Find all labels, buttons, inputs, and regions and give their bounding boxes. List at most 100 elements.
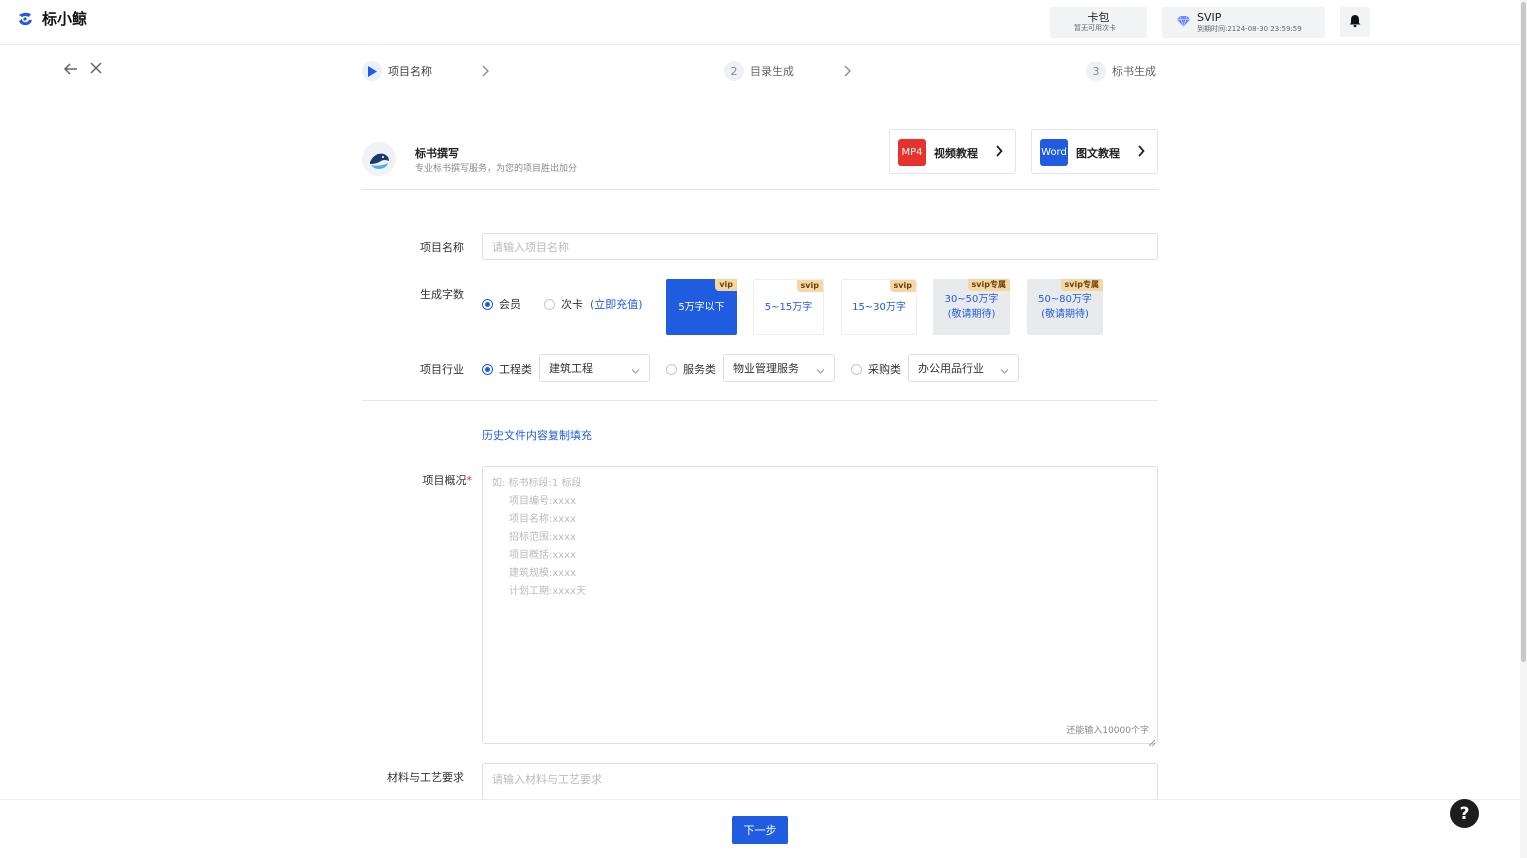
word-count-label: 生成字数 [420, 288, 464, 301]
placeholder-line: 项目编号:xxxx [509, 496, 577, 507]
diamond-icon [1177, 15, 1190, 30]
page-scrollbar[interactable] [1520, 0, 1527, 858]
materials-input[interactable]: 请输入材料与工艺要求 [482, 763, 1158, 803]
video-tutorial-label: 视频教程 [934, 147, 978, 160]
play-icon [362, 61, 382, 81]
svip-button[interactable]: SVIP 到期时间:2124-08-30 23:59:59 [1162, 7, 1325, 38]
placeholder-line: 如: 标书标段:1 标段 [492, 478, 582, 489]
svip-tag: svip [889, 280, 916, 292]
radio-checked-icon [482, 298, 493, 310]
svip-title: SVIP [1197, 11, 1222, 24]
project-name-label: 项目名称 [420, 241, 464, 254]
materials-label: 材料与工艺要求 [387, 771, 464, 784]
history-fill-link[interactable]: 历史文件内容复制填充 [482, 427, 592, 443]
coming-soon-text: (敬请期待) [1041, 309, 1089, 320]
overview-label-text: 项目概况 [422, 474, 467, 487]
radio-unchecked-icon [666, 363, 677, 375]
word-option-30-50w[interactable]: svip专属 30~50万字 (敬请期待) [933, 279, 1010, 335]
svip-exclusive-tag: svip专属 [1060, 279, 1103, 291]
word-badge: Word [1040, 139, 1068, 166]
card-radio-label: 次卡 [561, 298, 583, 311]
chevron-down-icon [631, 365, 640, 374]
placeholder-line: 计划工期:xxxx天 [509, 586, 587, 597]
overview-textarea[interactable]: 如: 标书标段:1 标段 项目编号:xxxx 项目名称:xxxx 招标范围:xx… [482, 466, 1158, 747]
intro-header: 标书撰写 专业标书撰写服务，为您的项目胜出加分 MP4 视频教程 Word 图文… [362, 128, 1158, 190]
procurement-select-value: 办公用品行业 [918, 362, 984, 375]
word-option-15-30w[interactable]: svip 15~30万字 [841, 279, 917, 335]
step-1-label: 项目名称 [388, 65, 432, 78]
procurement-select[interactable]: 办公用品行业 [908, 354, 1019, 382]
doc-tutorial-button[interactable]: Word 图文教程 [1031, 129, 1158, 174]
char-counter: 还能输入10000个字 [1066, 726, 1149, 736]
word-option-text: 5~15万字 [764, 301, 813, 313]
svip-expiry: 到期时间:2124-08-30 23:59:59 [1197, 25, 1302, 33]
procurement-radio-label: 采购类 [868, 363, 901, 376]
help-icon[interactable]: ? [1450, 799, 1479, 828]
engineering-select[interactable]: 建筑工程 [539, 354, 650, 382]
step-2-label: 目录生成 [750, 65, 794, 78]
back-arrow-icon[interactable] [62, 60, 80, 78]
close-icon[interactable] [88, 60, 104, 76]
whale-logo-icon [362, 142, 396, 176]
coming-soon-text: (敬请期待) [947, 309, 996, 320]
video-tutorial-button[interactable]: MP4 视频教程 [889, 129, 1016, 174]
required-mark: * [466, 474, 473, 487]
radio-unchecked-icon [544, 298, 555, 310]
step-3-label: 标书生成 [1112, 65, 1156, 78]
svip-tag: svip [796, 280, 823, 292]
member-radio-label: 会员 [499, 298, 521, 311]
wallet-button[interactable]: 卡包 暂无可用次卡 [1050, 7, 1147, 38]
bell-icon [1349, 14, 1361, 30]
step-3-number: 3 [1086, 61, 1106, 81]
engineering-select-value: 建筑工程 [549, 362, 593, 375]
placeholder-line: 建筑规模:xxxx [509, 568, 577, 579]
notification-button[interactable] [1340, 7, 1370, 37]
section-divider [362, 400, 1158, 401]
card-radio[interactable]: 次卡 [544, 296, 583, 312]
wallet-subtitle: 暂无可用次卡 [1074, 24, 1116, 32]
engineering-radio[interactable]: 工程类 [482, 361, 532, 377]
engineering-radio-label: 工程类 [499, 363, 532, 376]
industry-label: 项目行业 [420, 363, 464, 376]
app-logo[interactable]: 标小鲸 [16, 8, 87, 29]
word-option-text: 50~80万字 [1038, 294, 1092, 305]
word-option-text: 15~30万字 [852, 301, 906, 313]
service-radio[interactable]: 服务类 [666, 361, 716, 377]
placeholder-line: 项目概括:xxxx [509, 550, 577, 561]
chevron-right-icon [1137, 145, 1145, 157]
chevron-down-icon [1000, 365, 1009, 374]
project-name-input[interactable]: 请输入项目名称 [482, 233, 1158, 260]
intro-subtitle: 专业标书撰写服务，为您的项目胜出加分 [415, 164, 578, 174]
word-option-5-15w[interactable]: svip 5~15万字 [753, 279, 824, 335]
top-bar: 标小鲸 卡包 暂无可用次卡 SVIP 到期时间:2124-08-30 23:59… [0, 0, 1520, 45]
word-option-under-5w[interactable]: vip 5万字以下 [666, 279, 737, 335]
word-option-50-80w[interactable]: svip专属 50~80万字 (敬请期待) [1027, 279, 1103, 335]
overview-label: 项目概况* [352, 472, 473, 488]
next-step-button[interactable]: 下一步 [732, 816, 788, 844]
doc-tutorial-label: 图文教程 [1076, 147, 1120, 160]
wallet-title: 卡包 [1087, 11, 1110, 24]
step-2-number: 2 [724, 61, 744, 81]
recharge-link[interactable]: (立即充值) [590, 296, 643, 312]
step-2: 2 目录生成 [724, 60, 794, 82]
placeholder-line: 招标范围:xxxx [509, 532, 577, 543]
chevron-right-icon [480, 65, 490, 77]
service-select-value: 物业管理服务 [733, 362, 799, 375]
vip-tag: vip [715, 279, 737, 291]
radio-checked-icon [482, 363, 493, 375]
step-1: 项目名称 [362, 60, 432, 82]
chevron-down-icon [816, 365, 825, 374]
procurement-radio[interactable]: 采购类 [851, 361, 901, 377]
resize-handle-icon[interactable] [1148, 735, 1156, 747]
scrollbar-thumb[interactable] [1521, 2, 1526, 662]
placeholder-line: 项目名称:xxxx [509, 514, 577, 525]
app-name: 标小鲸 [42, 10, 88, 28]
chevron-right-icon [995, 145, 1003, 157]
service-select[interactable]: 物业管理服务 [723, 354, 835, 382]
radio-unchecked-icon [851, 363, 862, 375]
intro-title: 标书撰写 [415, 147, 459, 160]
member-radio[interactable]: 会员 [482, 296, 521, 312]
word-option-text: 5万字以下 [678, 301, 725, 313]
step-indicator: 项目名称 2 目录生成 3 标书生成 [362, 60, 1158, 82]
logo-icon [16, 10, 34, 28]
